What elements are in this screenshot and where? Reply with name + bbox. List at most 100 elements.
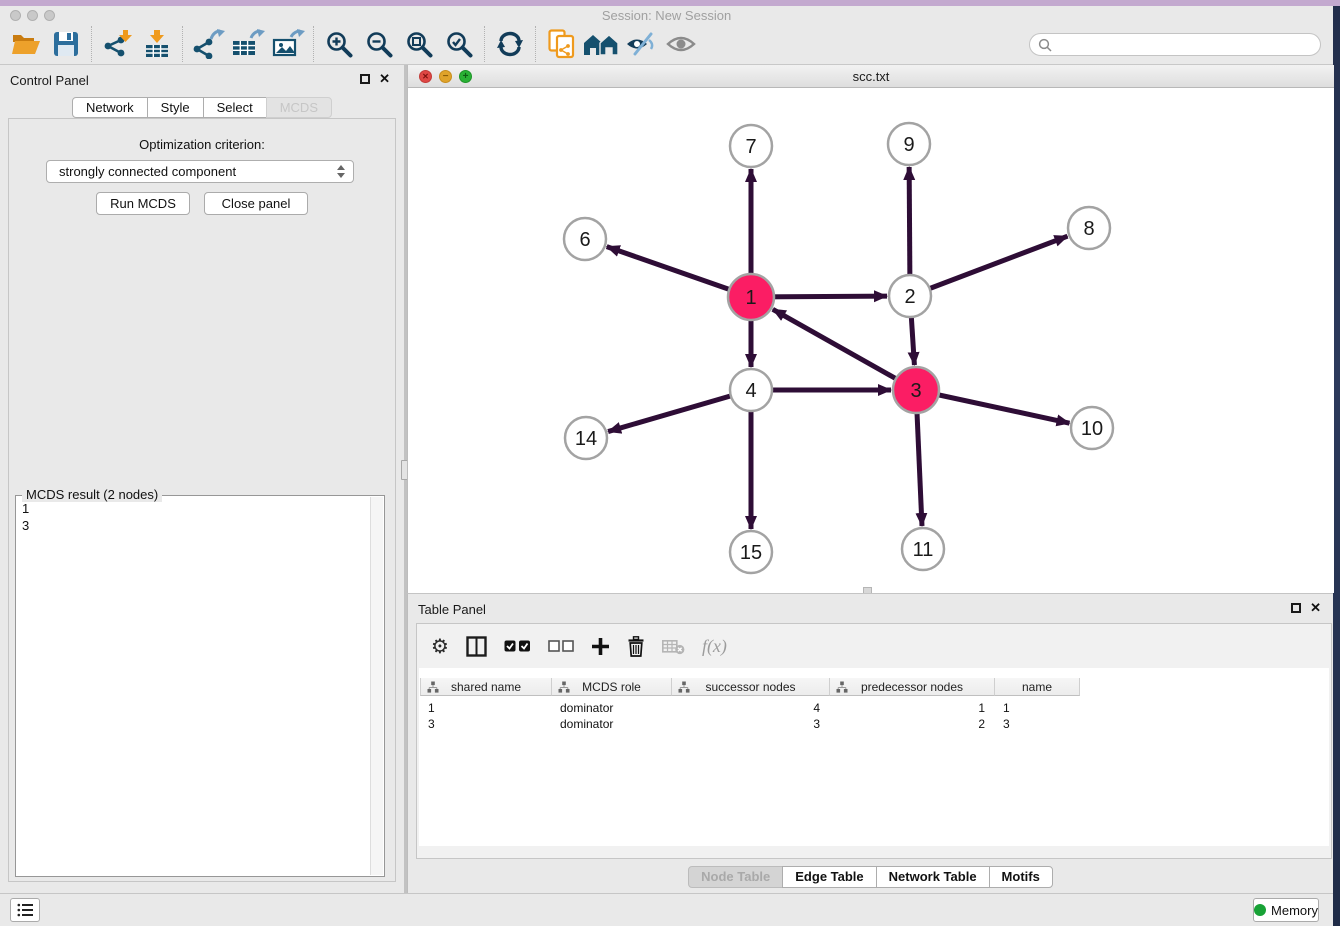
graph-node-10[interactable]: 10	[1071, 407, 1113, 449]
graph-node-9[interactable]: 9	[888, 123, 930, 165]
hide-graphics-details-button[interactable]	[621, 26, 661, 62]
column-settings-button[interactable]: ⚙	[431, 636, 449, 656]
column-header-mcds-role[interactable]: MCDS role	[552, 678, 672, 696]
close-table-panel-icon[interactable]	[1310, 603, 1321, 613]
save-session-button[interactable]	[46, 26, 86, 62]
graph-node-label: 4	[745, 380, 756, 402]
task-history-button[interactable]	[10, 898, 40, 922]
session-files-icon	[548, 29, 575, 59]
mcds-result-text[interactable]: 1 3	[19, 500, 367, 873]
graph-node-3[interactable]: 3	[893, 367, 939, 413]
column-header-predecessor-nodes[interactable]: predecessor nodes	[830, 678, 995, 696]
eye-icon	[666, 34, 696, 54]
table-row[interactable]: 3 dominator 3 2 3	[420, 715, 1080, 731]
delete-table-icon[interactable]	[662, 638, 685, 655]
search-input[interactable]	[1052, 34, 1320, 55]
application-window: Session: New Session	[0, 0, 1340, 926]
criterion-select[interactable]: strongly connected component	[46, 160, 354, 183]
list-icon	[17, 903, 34, 917]
select-all-icon[interactable]	[504, 639, 531, 653]
graph-node-14[interactable]: 14	[565, 417, 607, 459]
new-session-from-files-button[interactable]	[541, 26, 581, 62]
graph-node-8[interactable]: 8	[1068, 207, 1110, 249]
import-network-button[interactable]	[97, 26, 137, 62]
graph-edge-2-8[interactable]	[910, 236, 1067, 296]
run-mcds-button[interactable]: Run MCDS	[96, 192, 190, 215]
open-folder-icon	[11, 32, 41, 56]
export-network-icon	[191, 29, 225, 59]
column-header-name[interactable]: name	[995, 678, 1080, 696]
delete-column-trash-icon[interactable]	[627, 636, 645, 657]
close-panel-button[interactable]: Close panel	[204, 192, 308, 215]
column-header-shared-name[interactable]: shared name	[420, 678, 552, 696]
network-graph[interactable]: 7 9 6 8 1 2 4 3 14 10 15 11	[408, 88, 1334, 593]
hierarchy-icon	[558, 681, 570, 693]
graph-node-15[interactable]: 15	[730, 531, 772, 573]
tab-network[interactable]: Network	[72, 97, 148, 118]
network-canvas[interactable]: 7 9 6 8 1 2 4 3 14 10 15 11	[408, 88, 1334, 593]
import-table-icon	[142, 29, 172, 59]
column-label: shared name	[451, 680, 521, 694]
deselect-all-icon[interactable]	[548, 640, 574, 653]
tab-mcds[interactable]: MCDS	[266, 97, 332, 118]
add-column-icon[interactable]	[591, 637, 610, 656]
graph-node-1[interactable]: 1	[728, 274, 774, 320]
column-label: predecessor nodes	[861, 680, 963, 694]
tab-network-table[interactable]: Network Table	[876, 866, 990, 888]
import-table-button[interactable]	[137, 26, 177, 62]
table-panel-title: Table Panel	[418, 602, 486, 617]
refresh-button[interactable]	[490, 26, 530, 62]
graph-node-11[interactable]: 11	[902, 528, 944, 570]
graph-node-label: 2	[904, 286, 915, 308]
zoom-selected-icon	[445, 30, 474, 59]
refresh-icon	[496, 31, 524, 57]
float-panel-icon[interactable]	[360, 74, 370, 84]
graph-node-2[interactable]: 2	[889, 275, 931, 317]
mcds-result-group: MCDS result (2 nodes) 1 3	[15, 495, 385, 877]
graph-node-7[interactable]: 7	[730, 125, 772, 167]
tab-motifs[interactable]: Motifs	[989, 866, 1053, 888]
cell-shared-name: 1	[420, 699, 552, 715]
control-panel: Control Panel Network Style Select MCDS …	[0, 65, 404, 893]
graph-node-6[interactable]: 6	[564, 218, 606, 260]
column-label: successor nodes	[705, 680, 795, 694]
function-builder-button[interactable]: f(x)	[702, 636, 727, 657]
tab-style[interactable]: Style	[147, 97, 204, 118]
home-button[interactable]	[581, 26, 621, 62]
graph-edge-3-1[interactable]	[773, 309, 916, 390]
toggle-panel-icon[interactable]	[466, 636, 487, 657]
zoom-fit-button[interactable]	[399, 26, 439, 62]
window-titlebar: Session: New Session	[0, 6, 1333, 24]
zoom-selected-button[interactable]	[439, 26, 479, 62]
memory-button[interactable]: Memory	[1253, 898, 1319, 922]
graph-node-4[interactable]: 4	[730, 369, 772, 411]
tab-select[interactable]: Select	[203, 97, 267, 118]
close-panel-icon[interactable]	[379, 74, 390, 84]
desktop-background-right	[1333, 6, 1340, 926]
network-window-titlebar: scc.txt	[408, 65, 1334, 88]
status-bar: Memory	[0, 893, 1333, 926]
zoom-out-button[interactable]	[359, 26, 399, 62]
table-panel-header: Table Panel	[418, 602, 1321, 618]
export-image-button[interactable]	[268, 26, 308, 62]
zoom-in-button[interactable]	[319, 26, 359, 62]
open-session-button[interactable]	[6, 26, 46, 62]
home-icon	[583, 32, 620, 56]
column-header-successor-nodes[interactable]: successor nodes	[672, 678, 830, 696]
graph-edge-4-14[interactable]	[608, 390, 751, 432]
tab-node-table[interactable]: Node Table	[688, 866, 783, 888]
eye-slash-icon	[625, 32, 658, 56]
control-panel-header: Control Panel	[10, 73, 390, 89]
table-panel: Table Panel ⚙	[407, 593, 1333, 893]
float-table-panel-icon[interactable]	[1291, 603, 1301, 613]
export-network-button[interactable]	[188, 26, 228, 62]
result-scrollbar[interactable]	[370, 497, 383, 875]
import-network-icon	[101, 29, 133, 59]
show-graphics-details-button[interactable]	[661, 26, 701, 62]
control-panel-title: Control Panel	[10, 73, 89, 88]
memory-status-icon	[1254, 904, 1266, 916]
cell-mcds-role: dominator	[552, 699, 672, 715]
table-row[interactable]: 1 dominator 4 1 1	[420, 699, 1080, 715]
tab-edge-table[interactable]: Edge Table	[782, 866, 876, 888]
export-table-button[interactable]	[228, 26, 268, 62]
